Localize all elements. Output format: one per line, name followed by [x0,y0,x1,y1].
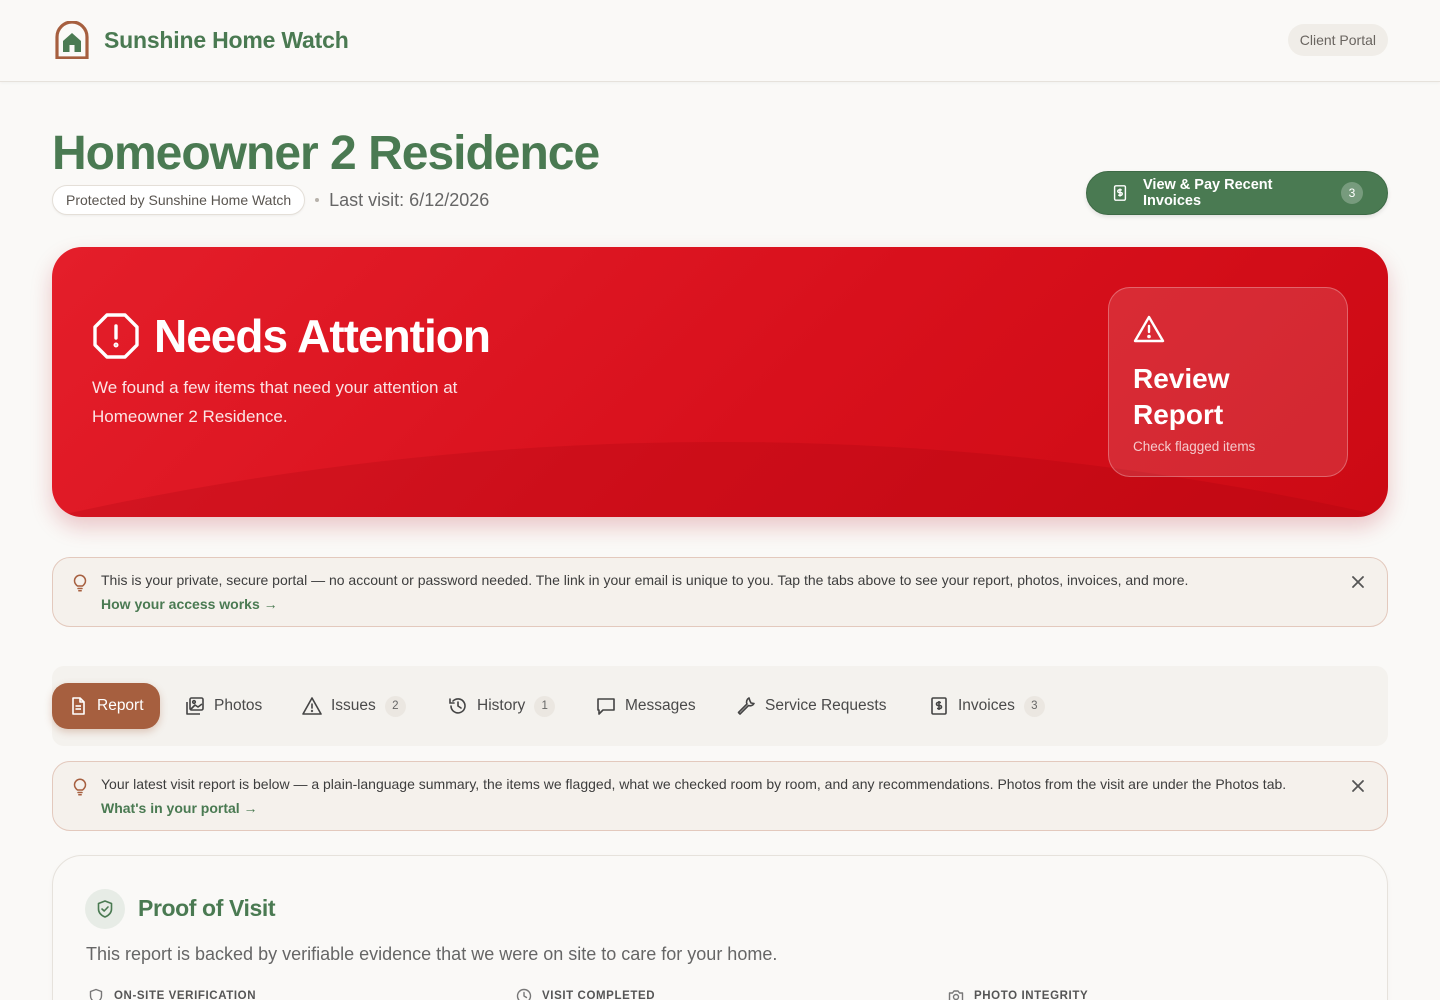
proof-of-visit-card: Proof of Visit This report is backed by … [52,855,1388,1000]
access-info-notice: This is your private, secure portal — no… [52,557,1388,627]
stat-label: PHOTO INTEGRITY [974,990,1089,1000]
tab-bar: Report Photos Issues 2 History 1 Message… [52,666,1388,746]
top-bar: Sunshine Home Watch Client Portal [0,0,1440,82]
status-title: Needs Attention [154,310,491,362]
status-heading: Needs Attention [92,309,491,363]
invoices-count-badge: 3 [1023,695,1045,717]
close-icon[interactable] [1351,575,1365,589]
tab-report[interactable]: Report [52,683,160,729]
report-info-notice: Your latest visit report is below — a pl… [52,761,1388,831]
last-visit-date: Last visit: 6/12/2026 [329,189,490,210]
status-hero: Needs Attention We found a few items tha… [52,247,1388,517]
history-icon [449,698,466,714]
tab-issues[interactable]: Issues 2 [302,683,406,729]
lightbulb-icon [73,574,87,592]
close-icon[interactable] [1351,779,1365,793]
warning-triangle-icon [1133,315,1165,343]
tab-invoices[interactable]: Invoices 3 [929,683,1045,729]
house-logo-icon [55,21,89,59]
tab-label: Invoices [958,697,1015,714]
stat-visit-completed: VISIT COMPLETED [516,988,655,1000]
clock-icon [516,988,532,1000]
proof-title: Proof of Visit [138,895,276,921]
document-icon [72,697,85,715]
client-portal-badge: Client Portal [1287,24,1388,56]
tab-history[interactable]: History 1 [448,683,556,729]
lightbulb-icon [73,778,87,796]
shield-check-icon [97,900,113,918]
warning-icon [302,697,322,715]
history-count-badge: 1 [534,695,556,717]
wrench-icon [737,697,755,715]
property-meta: Protected by Sunshine Home Watch Last vi… [52,185,489,215]
issues-count-badge: 2 [384,695,406,717]
proof-icon-badge [85,889,125,929]
access-info-text: This is your private, secure portal — no… [101,572,1189,588]
review-report-card[interactable]: Review Report Check flagged items [1108,287,1348,477]
review-report-title: Review Report [1133,363,1230,430]
tab-label: Photos [214,697,263,714]
protected-badge: Protected by Sunshine Home Watch [52,185,306,215]
review-report-subtitle: Check flagged items [1133,439,1256,454]
alert-octagon-icon [93,313,139,359]
tab-label: Issues [331,697,376,714]
invoice-button-label: View & Pay Recent Invoices [1143,177,1273,209]
tab-label: Service Requests [765,697,887,714]
brand[interactable]: Sunshine Home Watch [54,21,349,59]
brand-name: Sunshine Home Watch [104,26,349,53]
tab-label: Messages [625,697,696,714]
report-info-link[interactable]: What's in your portal → [101,800,258,816]
page-title: Homeowner 2 Residence [52,127,600,180]
invoice-icon [931,697,947,715]
stat-on-site-verification: ON-SITE VERIFICATION [88,988,256,1000]
chat-icon [597,698,615,715]
invoice-icon [1113,185,1127,201]
camera-icon [948,990,964,1000]
shield-icon [89,988,103,1000]
tab-label: Report [97,697,144,714]
status-message: We found a few items that need your atte… [92,378,458,426]
access-info-link[interactable]: How your access works → [101,596,278,612]
stat-photo-integrity: PHOTO INTEGRITY [948,988,1088,1000]
tab-photos[interactable]: Photos [185,683,262,729]
stat-label: VISIT COMPLETED [542,990,656,1000]
view-pay-invoices-button[interactable]: View & Pay Recent Invoices 3 [1086,171,1388,215]
tab-messages[interactable]: Messages [596,683,696,729]
tab-service-requests[interactable]: Service Requests [736,683,886,729]
stat-label: ON-SITE VERIFICATION [114,990,257,1000]
report-info-text: Your latest visit report is below — a pl… [101,776,1287,792]
proof-description: This report is backed by verifiable evid… [86,944,778,964]
separator-dot [315,198,320,202]
tab-label: History [477,697,526,714]
invoice-count-badge: 3 [1341,182,1363,204]
images-icon [186,697,204,715]
